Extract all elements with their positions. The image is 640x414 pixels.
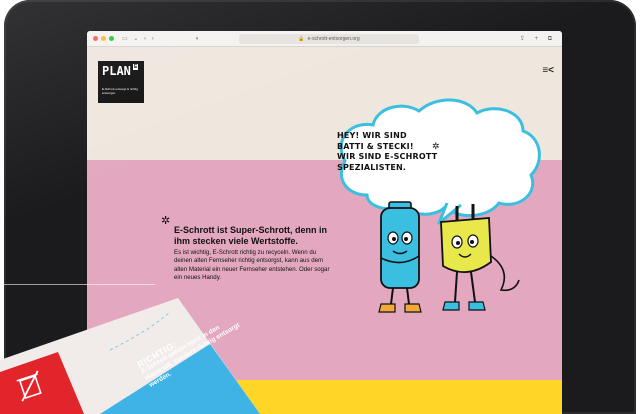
address-bar[interactable]: 🔒 e-schrott-entsorgen.org — [239, 34, 419, 44]
bubble-line-1: HEY! WIR SIND — [337, 131, 407, 140]
menu-share-icon[interactable]: ≡< — [542, 65, 554, 76]
share-newtab-tabs-icons[interactable]: ⇪ + ⧉ — [520, 35, 556, 43]
lock-icon: 🔒 — [298, 36, 305, 42]
minimize-window-icon[interactable] — [101, 36, 106, 41]
leaflet-card — [0, 298, 260, 414]
maximize-window-icon[interactable] — [109, 36, 114, 41]
plug-character — [440, 204, 520, 311]
article-headline: E-Schrott ist Super-Schrott, denn in ihm… — [174, 225, 328, 246]
mascot-illustration — [378, 201, 520, 313]
reflection-line — [0, 284, 155, 285]
close-window-icon[interactable] — [93, 36, 98, 41]
battery-character — [378, 201, 422, 313]
logo-badge: E — [133, 64, 139, 70]
site-logo[interactable]: PLAN E E-Schrott entsorgt & richtig ents… — [98, 61, 144, 103]
bubble-line-3: WIR SIND E-SCHROTT — [337, 152, 438, 161]
bubble-line-4: SPEZIALISTEN. — [337, 162, 407, 172]
privacy-shield-icon[interactable]: ◐ — [196, 36, 200, 42]
speech-bubble-text: HEY! WIR SIND BATTI & STECKI! WIR SIND E… — [337, 131, 457, 173]
article-body: Es ist wichtig, E-Schrott richtig zu rec… — [174, 249, 330, 282]
url-text: e-schrott-entsorgen.org — [307, 36, 360, 42]
sidebar-toggle-icon[interactable]: ▭ ⌄ ‹ › — [122, 35, 156, 42]
sparkle-icon: ✲ — [161, 215, 171, 227]
logo-tagline: E-Schrott entsorgt & richtig entsorgen — [102, 87, 138, 95]
browser-toolbar: ▭ ⌄ ‹ › ◐ 🔒 e-schrott-entsorgen.org ⇪ + … — [87, 31, 562, 47]
sparkle-icon: ✲ — [432, 141, 440, 151]
